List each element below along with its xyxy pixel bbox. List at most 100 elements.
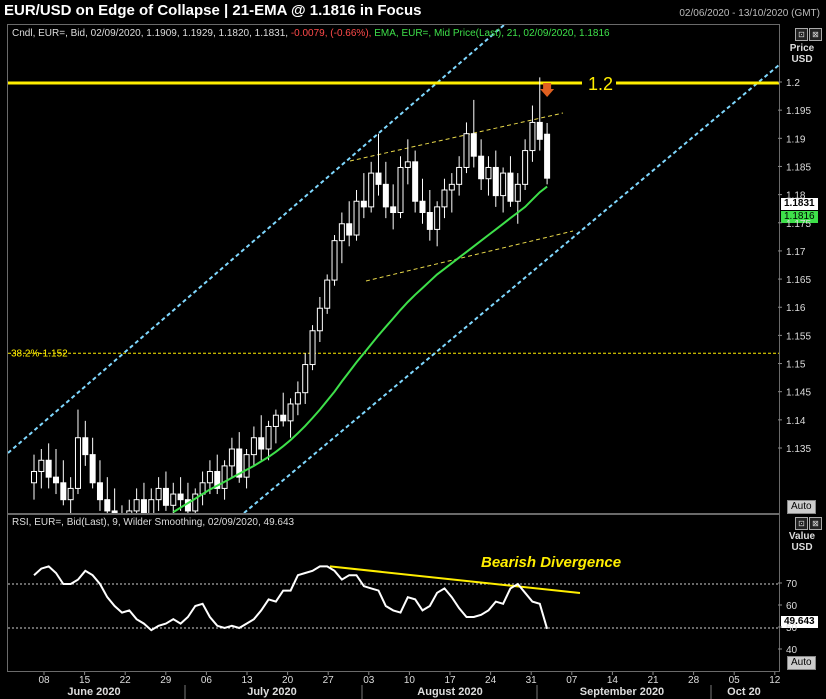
candle <box>419 178 426 224</box>
candle <box>45 443 52 489</box>
candle-body <box>280 414 287 422</box>
x-tick-label: 03 <box>363 675 375 686</box>
candle-body <box>170 493 177 506</box>
month-label: September 2020 <box>580 686 664 698</box>
x-tick-label: 05 <box>729 675 741 686</box>
candle-body <box>536 121 543 140</box>
candle-body <box>177 493 184 501</box>
candle-body <box>111 510 118 513</box>
candle <box>250 426 257 466</box>
candle <box>162 471 169 511</box>
candle-body <box>338 223 345 242</box>
candle-body <box>89 454 96 484</box>
candle <box>272 409 279 444</box>
candle <box>228 437 235 478</box>
candle <box>346 201 353 247</box>
rsi-chart-svg[interactable]: Bearish Divergence <box>8 515 779 671</box>
x-tick-label: 21 <box>647 675 659 686</box>
price-legend-ema: EMA, EUR=, Mid Price(Last), 21, 02/09/20… <box>374 28 610 39</box>
candle <box>485 156 492 196</box>
price-legend-main: Cndl, EUR=, Bid, 02/09/2020, 1.1909, 1.1… <box>12 28 289 39</box>
candle-body <box>309 330 316 366</box>
candle-body <box>346 223 353 236</box>
price-tick-label: 1.14 <box>786 416 806 427</box>
candle <box>67 477 74 513</box>
candle-body <box>45 459 52 478</box>
candle <box>448 173 455 213</box>
candle-body <box>250 437 257 456</box>
candle <box>331 235 338 286</box>
candle <box>140 482 147 513</box>
x-tick-label: 06 <box>201 675 213 686</box>
candle-body <box>441 189 448 208</box>
candle-body <box>316 307 323 332</box>
candle <box>302 353 309 404</box>
candle <box>31 454 37 500</box>
candle-body <box>140 499 147 513</box>
x-axis: 08 15 22 29 06 13 20 27 03 10 17 24 31 07 14 21 28 05 12 Ju… <box>38 672 781 699</box>
candle-body <box>412 161 419 202</box>
price-tick-label: 1.16 <box>786 303 806 314</box>
candle-body <box>331 240 338 281</box>
divergence-annotation: Bearish Divergence <box>481 554 621 571</box>
rsi-tick-label: 60 <box>786 601 798 612</box>
x-tick-label: 24 <box>485 675 497 686</box>
candle <box>184 482 191 513</box>
price-legend-change: -0.0079, (-0.66%), <box>290 28 372 39</box>
candle <box>456 156 463 196</box>
x-tick-label: 29 <box>160 675 172 686</box>
candle <box>170 482 177 513</box>
candle-body <box>522 150 529 185</box>
month-label: July 2020 <box>247 686 297 698</box>
candle-body <box>272 414 279 427</box>
candle-body <box>544 133 551 179</box>
x-tick-label: 07 <box>566 675 578 686</box>
candle-body <box>74 437 81 489</box>
candle-body <box>294 392 301 405</box>
resistance-level-label: 1.2 <box>588 74 613 94</box>
rsi-tick-label: 50 <box>786 623 798 634</box>
candle <box>324 274 331 314</box>
rsi-panel[interactable]: Bearish Divergence RSI, EUR=, Bid(Last),… <box>7 514 780 672</box>
price-chart-svg[interactable]: 38.2%-1.152 1.2 <box>8 25 779 513</box>
price-tick-label: 1.175 <box>786 219 811 230</box>
candle <box>258 415 265 461</box>
price-tick-label: 1.155 <box>786 331 811 342</box>
candle-body <box>133 499 140 512</box>
candle <box>529 105 536 162</box>
rsi-tick-label: 40 <box>786 645 798 656</box>
candle <box>434 201 441 247</box>
rsi-line <box>33 565 549 632</box>
candle <box>148 488 155 513</box>
x-tick-label: 17 <box>444 675 456 686</box>
date-range: 02/06/2020 - 13/10/2020 (GMT) <box>679 8 820 19</box>
price-tick-label: 1.165 <box>786 275 811 286</box>
month-label: June 2020 <box>67 686 120 698</box>
price-panel[interactable]: 38.2%-1.152 1.2 Cndl, EUR=, Bid, 02/09/20… <box>7 24 780 514</box>
candle-body <box>485 166 492 180</box>
candle <box>478 139 485 190</box>
x-tick-label: 20 <box>282 675 294 686</box>
candle-body <box>456 166 463 185</box>
price-y-axis: 1.135 1.14 1.145 1.15 1.155 1.16 1.165 1.17 1.17… <box>778 78 811 455</box>
candle <box>96 460 103 511</box>
candle-body <box>148 499 155 513</box>
candle <box>82 420 89 466</box>
candle <box>38 449 45 489</box>
candle <box>536 77 543 151</box>
candle-body <box>353 200 360 236</box>
candle-body <box>448 183 455 191</box>
candle-body <box>104 499 111 512</box>
candle-body <box>492 166 499 197</box>
x-tick-label: 22 <box>120 675 132 686</box>
rsi-y-axis: 40 50 60 70 <box>778 579 798 656</box>
candle <box>287 398 294 438</box>
candle-body <box>228 448 235 467</box>
price-tick-label: 1.185 <box>786 162 811 173</box>
candle-body <box>419 200 426 214</box>
candle <box>104 477 111 513</box>
candle-body <box>397 166 404 214</box>
price-tick-label: 1.15 <box>786 360 806 371</box>
candle <box>522 139 529 190</box>
candle <box>544 122 551 185</box>
